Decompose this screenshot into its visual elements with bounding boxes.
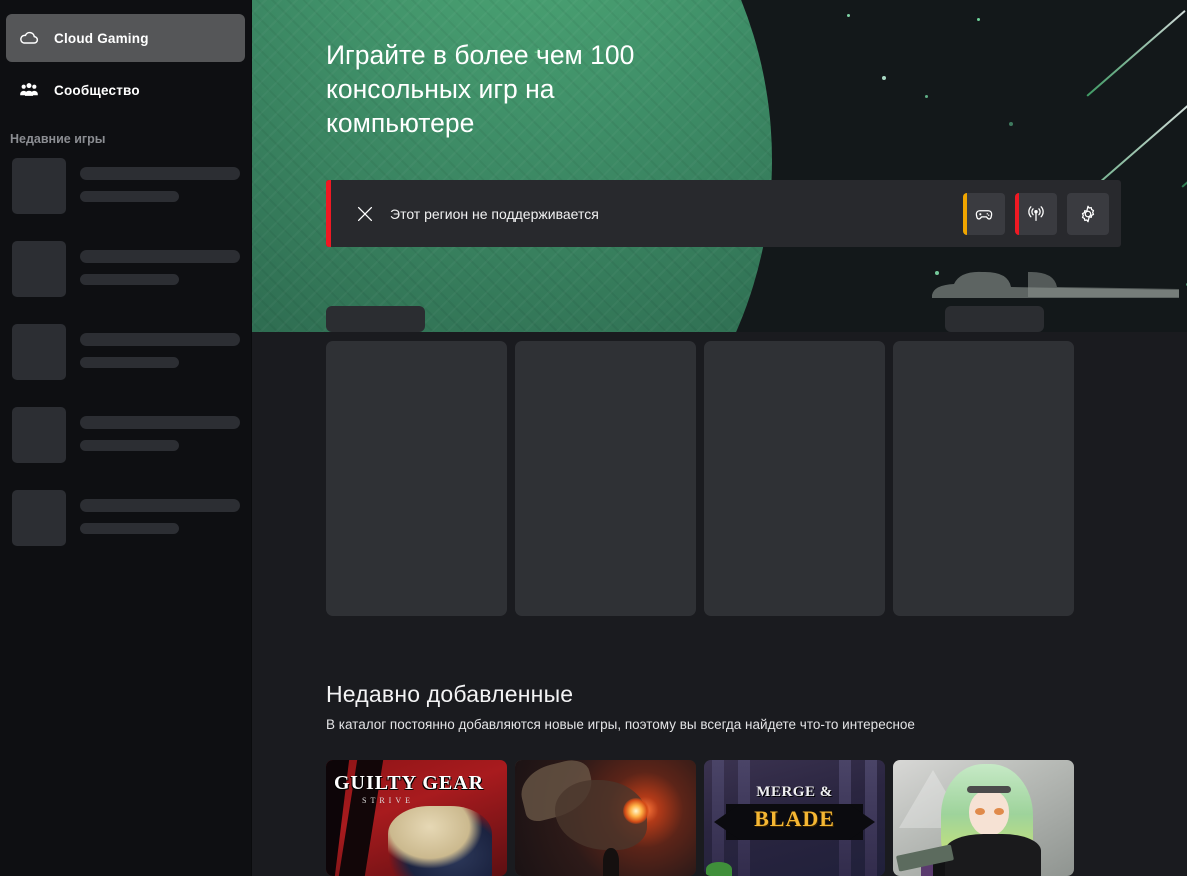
skeleton-text-lines [80,490,240,534]
game-cover-art: MERGE & BLADE [704,760,885,876]
game-title-sub: STRIVE [362,796,414,805]
game-card-guilty-gear-strive[interactable]: GUILTY GEAR STRIVE [326,760,507,876]
close-x-icon[interactable] [354,203,376,225]
gamepad-icon [975,209,993,220]
section-title: Недавно добавленные [326,681,574,707]
skeleton-thumbnail [12,158,66,214]
star-dot [882,76,886,80]
skeleton-line [80,499,240,512]
recent-game-skeleton-row[interactable] [0,490,251,546]
game-card-list: GUILTY GEAR STRIVE MERGE & BLADE [326,760,1074,876]
game-cover-art [893,760,1074,876]
skeleton-thumbnail [12,490,66,546]
skeleton-line [80,250,240,263]
recent-game-skeleton-row[interactable] [0,324,251,380]
game-title-main: MERGE & [756,784,833,800]
skeleton-pill [945,306,1044,332]
game-cover-art [515,760,696,876]
skeleton-thumbnail [12,324,66,380]
game-card-anime-character[interactable] [893,760,1074,876]
skeleton-pill [326,306,425,332]
skeleton-line [80,333,240,346]
signal-broadcast-icon [1028,205,1044,221]
skeleton-line [80,191,179,202]
sidebar-item-cloud-gaming[interactable]: Cloud Gaming [6,14,245,62]
cloud-graphic [932,271,1179,298]
section-subtitle: В каталог постоянно добавляются новые иг… [326,717,915,732]
game-title-sub: BLADE [754,806,835,831]
carousel-skeleton-cards [326,341,1074,616]
star-dot [925,95,928,98]
recent-game-skeleton-row[interactable] [0,158,251,214]
skeleton-thumbnail [12,407,66,463]
sidebar: Cloud Gaming Сообщество Недавние игры [0,0,252,876]
recent-game-skeleton-row[interactable] [0,241,251,297]
game-card-eldritch[interactable] [515,760,696,876]
skeleton-game-card[interactable] [704,341,885,616]
skeleton-line [80,274,179,285]
star-dot [977,18,980,21]
recent-game-skeleton-row[interactable] [0,407,251,463]
sidebar-item-community[interactable]: Сообщество [6,66,245,114]
skeleton-line [80,357,179,368]
game-cover-art: GUILTY GEAR STRIVE [326,760,507,876]
carousel-skeleton-header [326,306,1187,332]
skeleton-line [80,167,240,180]
skeleton-game-card[interactable] [326,341,507,616]
skeleton-game-card[interactable] [515,341,696,616]
skeleton-line [80,440,179,451]
banner-message: Этот регион не поддерживается [390,205,599,222]
game-title-main: GUILTY GEAR [334,772,485,794]
skeleton-text-lines [80,158,240,202]
skeleton-text-lines [80,241,240,285]
game-card-merge-and-blade[interactable]: MERGE & BLADE [704,760,885,876]
network-button[interactable] [1015,192,1057,235]
page-title: Играйте в более чем 100 консольных игр н… [326,40,635,138]
recent-games-heading: Недавние игры [10,132,106,146]
recent-games-skeleton-list [0,158,251,546]
skeleton-line [80,416,240,429]
banner-actions [963,192,1109,235]
gamepad-button[interactable] [963,192,1005,235]
settings-button[interactable] [1067,192,1109,235]
gear-icon [1081,205,1095,222]
cloud-gaming-app: Cloud Gaming Сообщество Недавние игры + … [0,0,1187,876]
recently-added-section: Недавно добавленные В каталог постоянно … [326,681,1187,732]
star-dot [847,14,850,17]
skeleton-line [80,523,179,534]
skeleton-text-lines [80,324,240,368]
status-indicator [963,192,967,235]
skeleton-text-lines [80,407,240,451]
banner-accent-bar [326,180,331,247]
people-group-icon [18,79,40,101]
sidebar-item-label: Cloud Gaming [54,30,149,46]
main-content: + Играйте в более чем 100 консольных игр… [252,0,1187,876]
recently-added-header: Недавно добавленные В каталог постоянно … [326,681,1187,732]
region-unsupported-banner: Этот регион не поддерживается [326,180,1121,247]
star-dot [1009,122,1013,126]
cloud-icon [18,27,40,49]
sidebar-item-label: Сообщество [54,82,140,98]
status-indicator [1015,192,1019,235]
skeleton-game-card[interactable] [893,341,1074,616]
skeleton-thumbnail [12,241,66,297]
